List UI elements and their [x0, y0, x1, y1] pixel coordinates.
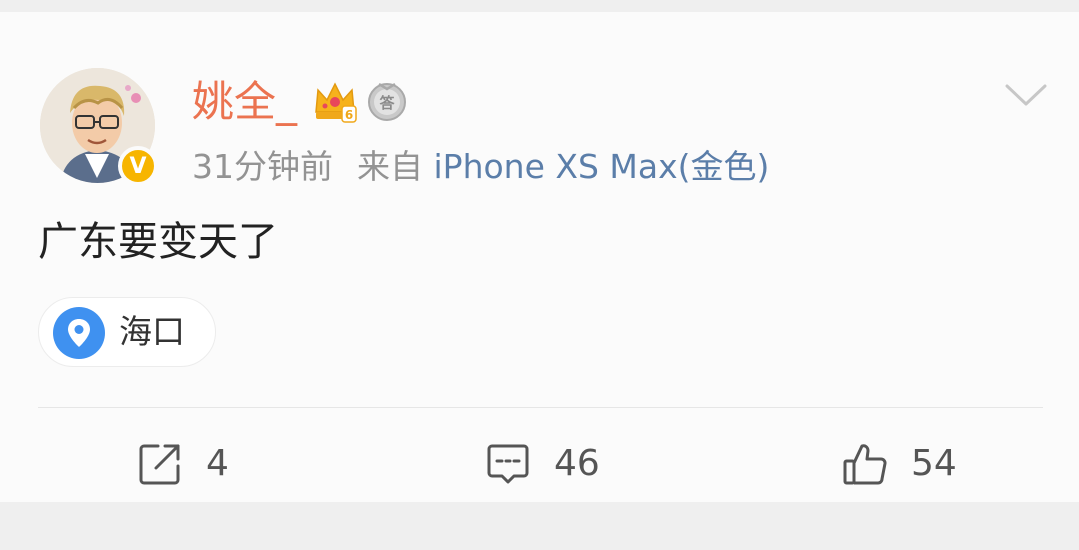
comment-button[interactable]: 46 — [484, 436, 600, 492]
comment-icon — [487, 444, 529, 484]
crown-level-icon[interactable]: 6 — [312, 78, 358, 124]
repost-count: 4 — [206, 443, 229, 484]
verified-badge-icon: V — [118, 146, 158, 186]
chevron-down-icon[interactable] — [1004, 80, 1048, 110]
divider — [38, 407, 1043, 408]
repost-icon — [139, 444, 180, 485]
medal-label: 答 — [379, 94, 395, 112]
source-prefix: 来自 — [357, 147, 423, 186]
source-device-link[interactable]: iPhone XS Max(金色) — [434, 147, 770, 186]
post-text: 广东要变天了 — [38, 219, 278, 265]
medal-icon[interactable]: 答 — [366, 80, 408, 122]
location-label: 海口 — [119, 312, 185, 351]
thumbs-up-icon — [843, 444, 887, 485]
crown-level-number: 6 — [345, 108, 353, 122]
username-link[interactable]: 姚全_ — [192, 74, 297, 130]
like-count: 54 — [911, 443, 957, 484]
location-pin-icon — [53, 307, 105, 359]
post-timestamp: 31分钟前 — [192, 147, 333, 186]
repost-button[interactable]: 4 — [136, 436, 229, 492]
post-meta: 31分钟前 来自 iPhone XS Max(金色) — [192, 145, 769, 189]
like-button[interactable]: 54 — [841, 436, 957, 492]
location-tag[interactable]: 海口 — [38, 297, 216, 367]
weibo-post-card: V 姚全_ 6 答 31分钟前 来自 iPhone XS Max(金色) 广东要变… — [0, 12, 1079, 502]
comment-count: 46 — [554, 443, 600, 484]
